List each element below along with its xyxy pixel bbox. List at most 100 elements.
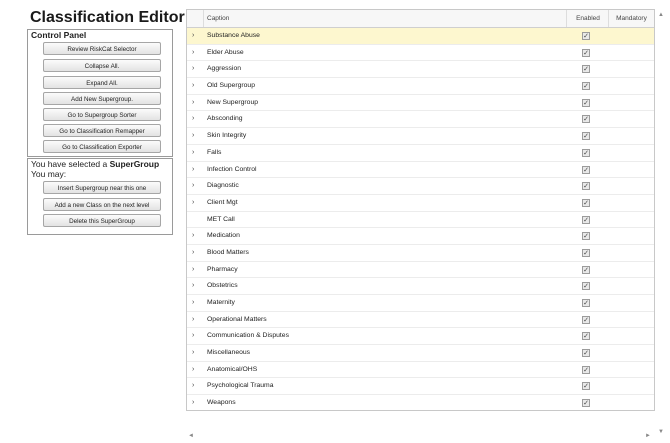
enabled-checkbox[interactable]: ✓	[582, 65, 590, 74]
supergroup-sorter-button[interactable]: Go to Supergroup Sorter	[43, 108, 161, 121]
table-row[interactable]: › Communication & Disputes ✓	[187, 328, 654, 346]
review-riskcat-selector-button[interactable]: Review RiskCat Selector	[43, 42, 161, 55]
table-row[interactable]: › Pharmacy ✓	[187, 262, 654, 279]
expand-all-button[interactable]: Expand All.	[43, 76, 161, 89]
enabled-checkbox[interactable]: ✓	[582, 232, 590, 241]
expand-arrow-icon[interactable]: ›	[192, 295, 200, 311]
expand-arrow-icon[interactable]: ›	[192, 61, 200, 77]
insert-supergroup-button[interactable]: Insert Supergroup near this one	[43, 181, 161, 194]
enabled-checkbox[interactable]: ✓	[582, 215, 590, 224]
table-row[interactable]: › Falls ✓	[187, 145, 654, 162]
chevron-right-icon[interactable]: ►	[645, 433, 651, 439]
enabled-checkbox[interactable]: ✓	[582, 115, 590, 124]
table-row[interactable]: › Client Mgt ✓	[187, 195, 654, 212]
enabled-checkbox[interactable]: ✓	[582, 32, 590, 40]
table-row[interactable]: › Medication ✓	[187, 228, 654, 245]
table-row[interactable]: › Weapons ✓	[187, 395, 654, 410]
row-caption: Infection Control	[207, 165, 257, 173]
expand-arrow-icon[interactable]: ›	[192, 162, 200, 178]
enabled-checkbox[interactable]: ✓	[582, 265, 590, 274]
expand-arrow-icon[interactable]: ›	[192, 78, 200, 94]
row-caption: Diagnostic	[207, 182, 239, 190]
vertical-scrollbar[interactable]: ▲ ▼	[655, 9, 667, 439]
expand-arrow-icon[interactable]: ›	[192, 195, 200, 211]
expand-arrow-icon[interactable]: ›	[192, 362, 200, 378]
enabled-checkbox[interactable]: ✓	[582, 248, 590, 257]
enabled-checkbox[interactable]: ✓	[582, 48, 590, 57]
table-row[interactable]: MET Call ✓	[187, 212, 654, 229]
expand-arrow-icon[interactable]: ›	[192, 245, 200, 261]
row-caption: Psychological Trauma	[207, 382, 274, 390]
caption-column-header[interactable]: Caption	[203, 10, 550, 27]
table-row[interactable]: › Psychological Trauma ✓	[187, 378, 654, 396]
expand-arrow-icon[interactable]: ›	[192, 262, 200, 278]
expand-arrow-icon[interactable]: ›	[192, 312, 200, 328]
table-row[interactable]: › New Supergroup ✓	[187, 95, 654, 112]
expand-arrow-icon[interactable]: ›	[192, 28, 200, 44]
table-row[interactable]: › Elder Abuse ✓	[187, 45, 654, 62]
expand-arrow-icon[interactable]: ›	[192, 228, 200, 244]
grid-header: Caption Enabled Mandatory	[187, 10, 654, 28]
enabled-checkbox[interactable]: ✓	[582, 349, 590, 358]
enabled-checkbox[interactable]: ✓	[582, 299, 590, 307]
enabled-checkbox[interactable]: ✓	[582, 98, 590, 107]
classification-exporter-button[interactable]: Go to Classification Exporter	[43, 140, 161, 153]
grid-rows: › Substance Abuse ✓ › Elder Abuse ✓ › Aggressio…	[187, 28, 654, 410]
row-caption: Communication & Disputes	[207, 332, 289, 340]
enabled-column-header[interactable]: Enabled	[566, 10, 609, 27]
enabled-checkbox[interactable]: ✓	[582, 82, 590, 91]
mandatory-column-header[interactable]: Mandatory	[608, 10, 654, 27]
table-row[interactable]: › Substance Abuse ✓	[187, 28, 654, 45]
enabled-checkbox[interactable]: ✓	[582, 198, 590, 207]
expand-arrow-icon[interactable]: ›	[192, 178, 200, 194]
chevron-up-icon[interactable]: ▲	[658, 12, 664, 18]
table-row[interactable]: › Operational Matters ✓	[187, 312, 654, 329]
delete-supergroup-button[interactable]: Delete this SuperGroup	[43, 214, 161, 227]
table-row[interactable]: › Absconding ✓	[187, 111, 654, 129]
classification-remapper-button[interactable]: Go to Classification Remapper	[43, 124, 161, 137]
chevron-left-icon[interactable]: ◄	[188, 433, 194, 439]
expand-arrow-icon[interactable]: ›	[192, 328, 200, 344]
expand-arrow-icon[interactable]: ›	[192, 145, 200, 161]
expand-arrow-icon[interactable]: ›	[192, 128, 200, 144]
enabled-checkbox[interactable]: ✓	[582, 382, 590, 391]
table-row[interactable]: › Diagnostic ✓	[187, 178, 654, 195]
add-class-button[interactable]: Add a new Class on the next level	[43, 198, 161, 211]
table-row[interactable]: › Aggression ✓	[187, 61, 654, 79]
row-caption: Elder Abuse	[207, 48, 244, 56]
expand-arrow-icon[interactable]: ›	[192, 278, 200, 294]
expand-arrow-icon[interactable]: ›	[192, 111, 200, 127]
table-row[interactable]: › Blood Matters ✓	[187, 245, 654, 262]
expand-arrow-icon[interactable]: ›	[192, 395, 200, 410]
selection-prefix: You have selected a	[31, 159, 110, 169]
enabled-checkbox[interactable]: ✓	[582, 132, 590, 141]
enabled-checkbox[interactable]: ✓	[582, 399, 590, 408]
collapse-all-button[interactable]: Collapse All.	[43, 59, 161, 72]
enabled-checkbox[interactable]: ✓	[582, 182, 590, 191]
enabled-checkbox[interactable]: ✓	[582, 282, 590, 291]
row-caption: Maternity	[207, 299, 235, 306]
row-caption: Weapons	[207, 399, 236, 407]
table-row[interactable]: › Skin Integrity ✓	[187, 128, 654, 145]
expand-arrow-icon[interactable]: ›	[192, 95, 200, 111]
table-row[interactable]: › Miscellaneous ✓	[187, 345, 654, 362]
selection-type: SuperGroup	[109, 159, 160, 169]
expand-arrow-icon[interactable]: ›	[192, 378, 200, 394]
row-caption: Blood Matters	[207, 248, 249, 256]
table-row[interactable]: › Infection Control ✓	[187, 162, 654, 179]
enabled-checkbox[interactable]: ✓	[582, 315, 590, 324]
expand-arrow-icon[interactable]: ›	[192, 345, 200, 361]
expand-arrow-icon[interactable]: ›	[192, 45, 200, 61]
enabled-checkbox[interactable]: ✓	[582, 148, 590, 157]
horizontal-scrollbar[interactable]: ◄ ►	[186, 432, 653, 442]
chevron-down-icon[interactable]: ▼	[658, 429, 664, 435]
enabled-checkbox[interactable]: ✓	[582, 332, 590, 341]
table-row[interactable]: › Old Supergroup ✓	[187, 78, 654, 95]
row-caption: Client Mgt	[207, 198, 238, 206]
enabled-checkbox[interactable]: ✓	[582, 365, 590, 374]
table-row[interactable]: › Anatomical/OHS ✓	[187, 362, 654, 379]
table-row[interactable]: › Maternity ✓	[187, 295, 654, 312]
add-new-supergroup-button[interactable]: Add New Supergroup.	[43, 92, 161, 105]
table-row[interactable]: › Obstetrics ✓	[187, 278, 654, 295]
enabled-checkbox[interactable]: ✓	[582, 165, 590, 174]
